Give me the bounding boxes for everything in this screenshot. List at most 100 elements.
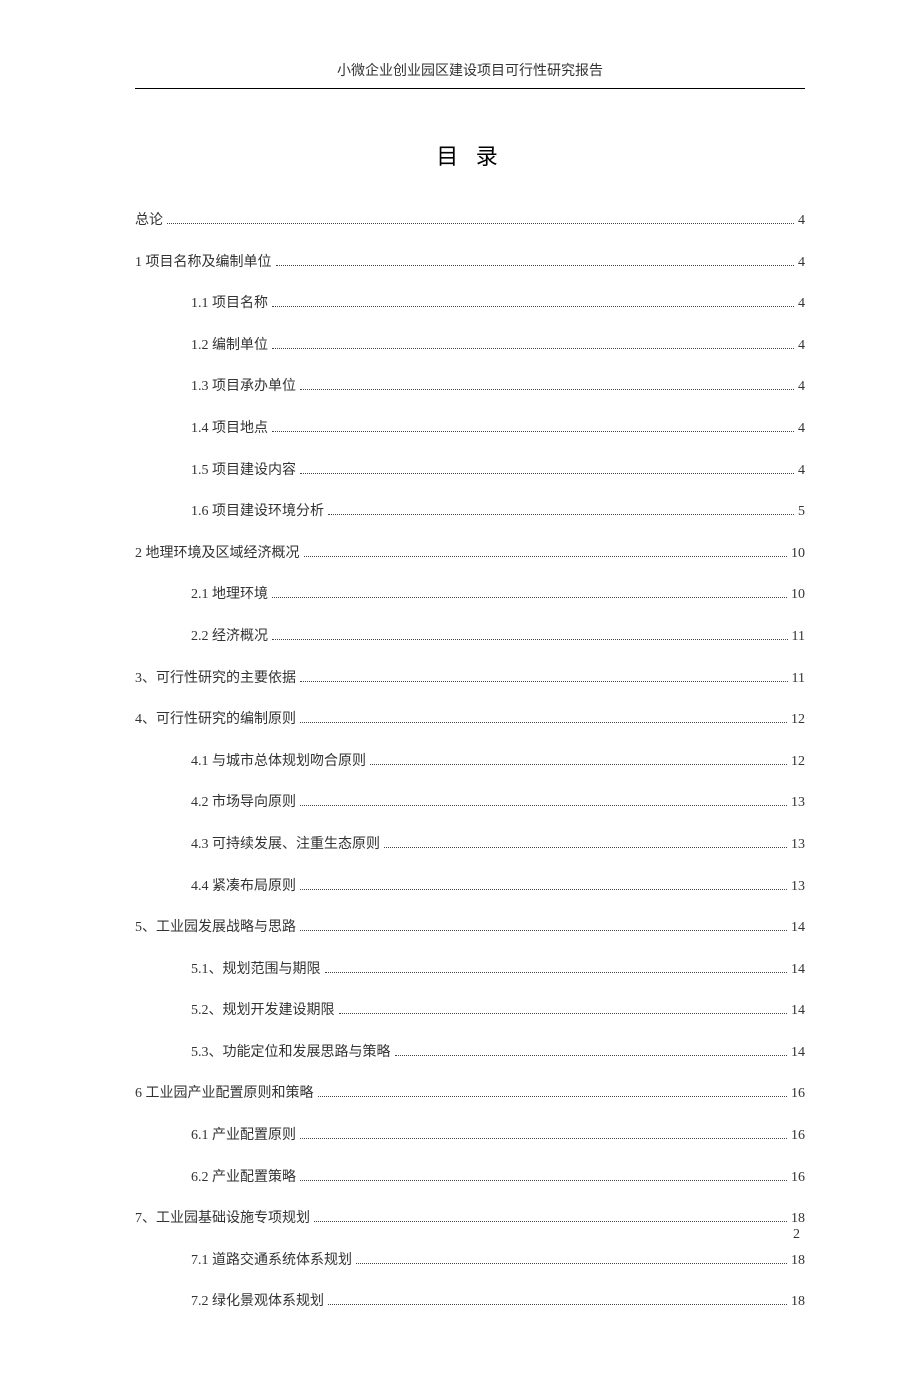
toc-entry[interactable]: 1.5 项目建设内容 4 [135,461,805,481]
toc-entry[interactable]: 6.2 产业配置策略 16 [135,1168,805,1188]
toc-entry[interactable]: 7.2 绿化景观体系规划 18 [135,1292,805,1312]
toc-entry[interactable]: 总论 4 [135,211,805,231]
toc-entry-page: 18 [791,1209,805,1229]
toc-entry-label: 2 地理环境及区域经济概况 [135,544,300,564]
toc-entry-page: 16 [791,1126,805,1146]
toc-entry[interactable]: 4、可行性研究的编制原则 12 [135,710,805,730]
toc-entry-page: 10 [791,585,805,605]
toc-entry-label: 4.4 紧凑布局原则 [191,877,296,897]
toc-entry-page: 4 [798,377,805,397]
toc-entry-label: 1.4 项目地点 [191,419,268,439]
toc-entry[interactable]: 5.1、规划范围与期限 14 [135,960,805,980]
toc-entry-label: 6.2 产业配置策略 [191,1168,296,1188]
toc-entry[interactable]: 5.2、规划开发建设期限 14 [135,1001,805,1021]
toc-dots [328,1304,787,1305]
toc-entry-label: 4、可行性研究的编制原则 [135,710,296,730]
toc-entry-label: 1.1 项目名称 [191,294,268,314]
toc-entry-page: 12 [791,710,805,730]
toc-dots [167,223,794,224]
toc-entry[interactable]: 5、工业园发展战略与思路14 [135,918,805,938]
toc-entry[interactable]: 2 地理环境及区域经济概况 10 [135,544,805,564]
toc-entry-label: 1.6 项目建设环境分析 [191,502,324,522]
toc-entry-page: 5 [798,502,805,522]
toc-entry-label: 总论 [135,211,163,231]
toc-dots [318,1096,788,1097]
toc-entry-label: 1 项目名称及编制单位 [135,253,272,273]
toc-entry[interactable]: 1.1 项目名称 4 [135,294,805,314]
toc-entry-label: 5.1、规划范围与期限 [191,960,321,980]
toc-entry[interactable]: 7.1 道路交通系统体系规划18 [135,1251,805,1271]
toc-entry[interactable]: 4.1 与城市总体规划吻合原则 12 [135,752,805,772]
toc-dots [272,431,794,432]
toc-dots [370,764,787,765]
toc-entry[interactable]: 1 项目名称及编制单位 4 [135,253,805,273]
toc-entry[interactable]: 6.1 产业配置原则16 [135,1126,805,1146]
toc-entry[interactable]: 3、可行性研究的主要依据 11 [135,669,805,689]
toc-entry-page: 16 [791,1168,805,1188]
toc-dots [304,556,788,557]
toc-entry-page: 18 [791,1251,805,1271]
toc-entry[interactable]: 1.2 编制单位4 [135,336,805,356]
toc-entry-label: 4.2 市场导向原则 [191,793,296,813]
toc-entry[interactable]: 1.6 项目建设环境分析 5 [135,502,805,522]
toc-dots [300,722,787,723]
toc-dots [395,1055,788,1056]
toc-entry-page: 18 [791,1292,805,1312]
toc-entry-label: 4.3 可持续发展、注重生态原则 [191,835,380,855]
document-page: 小微企业创业园区建设项目可行性研究报告 目 录 总论41 项目名称及编制单位41… [0,0,920,1394]
toc-dots [300,1138,787,1139]
toc-entry[interactable]: 5.3、功能定位和发展思路与策略14 [135,1043,805,1063]
toc-entry[interactable]: 1.3 项目承办单位4 [135,377,805,397]
toc-dots [328,514,794,515]
toc-dots [300,389,794,390]
toc-entry-page: 10 [791,544,805,564]
toc-dots [300,681,788,682]
toc-entry[interactable]: 4.3 可持续发展、注重生态原则13 [135,835,805,855]
toc-entry[interactable]: 1.4 项目地点4 [135,419,805,439]
toc-entry-label: 6 工业园产业配置原则和策略 [135,1084,314,1104]
toc-entry-label: 5.3、功能定位和发展思路与策略 [191,1043,391,1063]
toc-dots [300,889,787,890]
toc-dots [276,265,795,266]
page-number: 2 [793,1227,800,1243]
toc-entry-label: 7、工业园基础设施专项规划 [135,1209,310,1229]
toc-entry-page: 4 [798,461,805,481]
toc-entry-label: 1.5 项目建设内容 [191,461,296,481]
toc-entry-label: 3、可行性研究的主要依据 [135,669,296,689]
toc-entry-page: 14 [791,1001,805,1021]
toc-dots [300,805,787,806]
toc-entry[interactable]: 2.1 地理环境 10 [135,585,805,605]
toc-entry-label: 2.1 地理环境 [191,585,268,605]
header-divider [135,88,805,89]
toc-entry-page: 13 [791,793,805,813]
toc-dots [339,1013,788,1014]
toc-list: 总论 4 1 项目名称及编制单位 4 1.1 项目名称 4 1.2 编制单位4 1.3 项目承… [135,211,805,1312]
toc-title: 目 录 [135,139,805,171]
toc-dots [325,972,788,973]
header-title: 小微企业创业园区建设项目可行性研究报告 [135,60,805,88]
toc-dots [384,847,787,848]
toc-entry-page: 4 [798,211,805,231]
toc-entry-page: 12 [791,752,805,772]
toc-dots [314,1221,787,1222]
toc-entry-page: 11 [792,627,805,647]
toc-entry[interactable]: 4.2 市场导向原则 13 [135,793,805,813]
toc-entry[interactable]: 2.2 经济概况11 [135,627,805,647]
toc-entry[interactable]: 7、工业园基础设施专项规划 18 [135,1209,805,1229]
toc-entry-page: 4 [798,294,805,314]
toc-entry-page: 16 [791,1084,805,1104]
toc-entry[interactable]: 6 工业园产业配置原则和策略 16 [135,1084,805,1104]
toc-entry-label: 7.2 绿化景观体系规划 [191,1292,324,1312]
toc-entry-page: 4 [798,253,805,273]
toc-entry-label: 4.1 与城市总体规划吻合原则 [191,752,366,772]
toc-dots [300,473,794,474]
toc-entry-label: 5.2、规划开发建设期限 [191,1001,335,1021]
toc-entry-page: 14 [791,960,805,980]
toc-dots [300,930,787,931]
toc-dots [356,1263,787,1264]
toc-dots [272,639,788,640]
toc-dots [272,348,794,349]
toc-entry-page: 11 [792,669,805,689]
toc-dots [272,306,794,307]
toc-entry[interactable]: 4.4 紧凑布局原则13 [135,877,805,897]
